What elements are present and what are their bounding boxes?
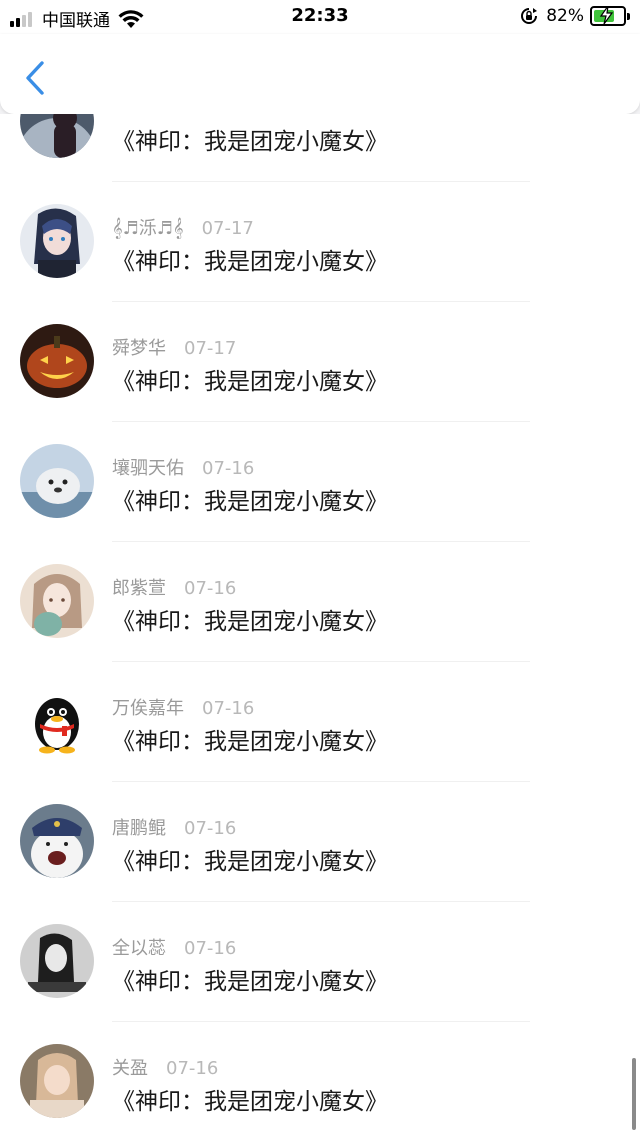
comment-date: 07-17 <box>184 338 237 359</box>
chevron-left-icon[interactable] <box>22 60 48 96</box>
comment-item[interactable]: 舜梦华 07-17 《神印：我是团宠小魔女》 <box>0 302 640 422</box>
comment-item[interactable]: 《神印：我是团宠小魔女》 <box>0 114 640 182</box>
user-name[interactable]: 全以蕊 <box>112 938 166 959</box>
battery-icon <box>590 6 626 26</box>
comment-list[interactable]: 《神印：我是团宠小魔女》 𝄞♬泺♬𝄞 07-17 《神印：我是团宠小魔女》 舜梦… <box>0 114 640 1138</box>
status-bar: 中国联通 22:33 82% <box>0 0 640 34</box>
avatar-bw-photo[interactable] <box>20 924 94 998</box>
comment-date: 07-16 <box>184 818 237 839</box>
comment-text: 《神印：我是团宠小魔女》 <box>112 609 388 635</box>
comment-meta: 万俟嘉年 07-16 <box>112 694 254 720</box>
battery-tip <box>627 12 630 20</box>
comment-item[interactable]: 万俟嘉年 07-16 《神印：我是团宠小魔女》 <box>0 662 640 782</box>
user-name[interactable]: 𝄞♬泺♬𝄞 <box>112 218 184 239</box>
comment-date: 07-16 <box>202 458 255 479</box>
comment-meta: 𝄞♬泺♬𝄞 07-17 <box>112 214 254 240</box>
avatar-dark-figure[interactable] <box>20 114 94 158</box>
comment-item[interactable]: 关盈 07-16 《神印：我是团宠小魔女》 <box>0 1022 640 1138</box>
user-name[interactable]: 舜梦华 <box>112 338 166 359</box>
avatar-anime-girl[interactable] <box>20 204 94 278</box>
avatar-illustration-girl[interactable] <box>20 564 94 638</box>
comment-meta: 关盈 07-16 <box>112 1054 218 1080</box>
orientation-lock-icon <box>521 8 538 24</box>
user-name[interactable]: 郎紫萱 <box>112 578 166 599</box>
user-name[interactable]: 关盈 <box>112 1058 148 1079</box>
comment-date: 07-16 <box>166 1058 219 1079</box>
avatar-photo-girl[interactable] <box>20 1044 94 1118</box>
avatar-seal[interactable] <box>20 444 94 518</box>
comment-item[interactable]: 𝄞♬泺♬𝄞 07-17 《神印：我是团宠小魔女》 <box>0 182 640 302</box>
comment-item[interactable]: 唐鹏鲲 07-16 《神印：我是团宠小魔女》 <box>0 782 640 902</box>
comment-text: 《神印：我是团宠小魔女》 <box>112 369 388 395</box>
comment-text: 《神印：我是团宠小魔女》 <box>112 249 388 275</box>
avatar-pumpkin[interactable] <box>20 324 94 398</box>
comment-text: 《神印：我是团宠小魔女》 <box>112 729 388 755</box>
comment-date: 07-16 <box>202 698 255 719</box>
comment-meta: 壤驷天佑 07-16 <box>112 454 254 480</box>
comment-date: 07-16 <box>184 938 237 959</box>
user-name[interactable]: 唐鹏鲲 <box>112 818 166 839</box>
comment-meta: 舜梦华 07-17 <box>112 334 236 360</box>
comment-item[interactable]: 壤驷天佑 07-16 《神印：我是团宠小魔女》 <box>0 422 640 542</box>
comment-date: 07-16 <box>184 578 237 599</box>
comment-date: 07-17 <box>201 218 254 239</box>
navigation-bar <box>0 34 640 114</box>
comment-text: 《神印：我是团宠小魔女》 <box>112 129 388 155</box>
user-name[interactable]: 万俟嘉年 <box>112 698 184 719</box>
battery-percentage: 82% <box>546 6 584 26</box>
comment-text: 《神印：我是团宠小魔女》 <box>112 1089 388 1115</box>
comment-meta: 郎紫萱 07-16 <box>112 574 236 600</box>
scrollbar[interactable] <box>632 1058 636 1130</box>
user-name[interactable]: 壤驷天佑 <box>112 458 184 479</box>
avatar-qq-penguin[interactable] <box>20 684 94 758</box>
comment-text: 《神印：我是团宠小魔女》 <box>112 849 388 875</box>
avatar-cartoon-bear[interactable] <box>20 804 94 878</box>
comment-text: 《神印：我是团宠小魔女》 <box>112 489 388 515</box>
comment-item[interactable]: 全以蕊 07-16 《神印：我是团宠小魔女》 <box>0 902 640 1022</box>
comment-text: 《神印：我是团宠小魔女》 <box>112 969 388 995</box>
charging-bolt-icon <box>599 6 614 24</box>
comment-meta: 唐鹏鲲 07-16 <box>112 814 236 840</box>
status-right: 82% <box>520 6 630 26</box>
comment-meta: 全以蕊 07-16 <box>112 934 236 960</box>
comment-item[interactable]: 郎紫萱 07-16 《神印：我是团宠小魔女》 <box>0 542 640 662</box>
